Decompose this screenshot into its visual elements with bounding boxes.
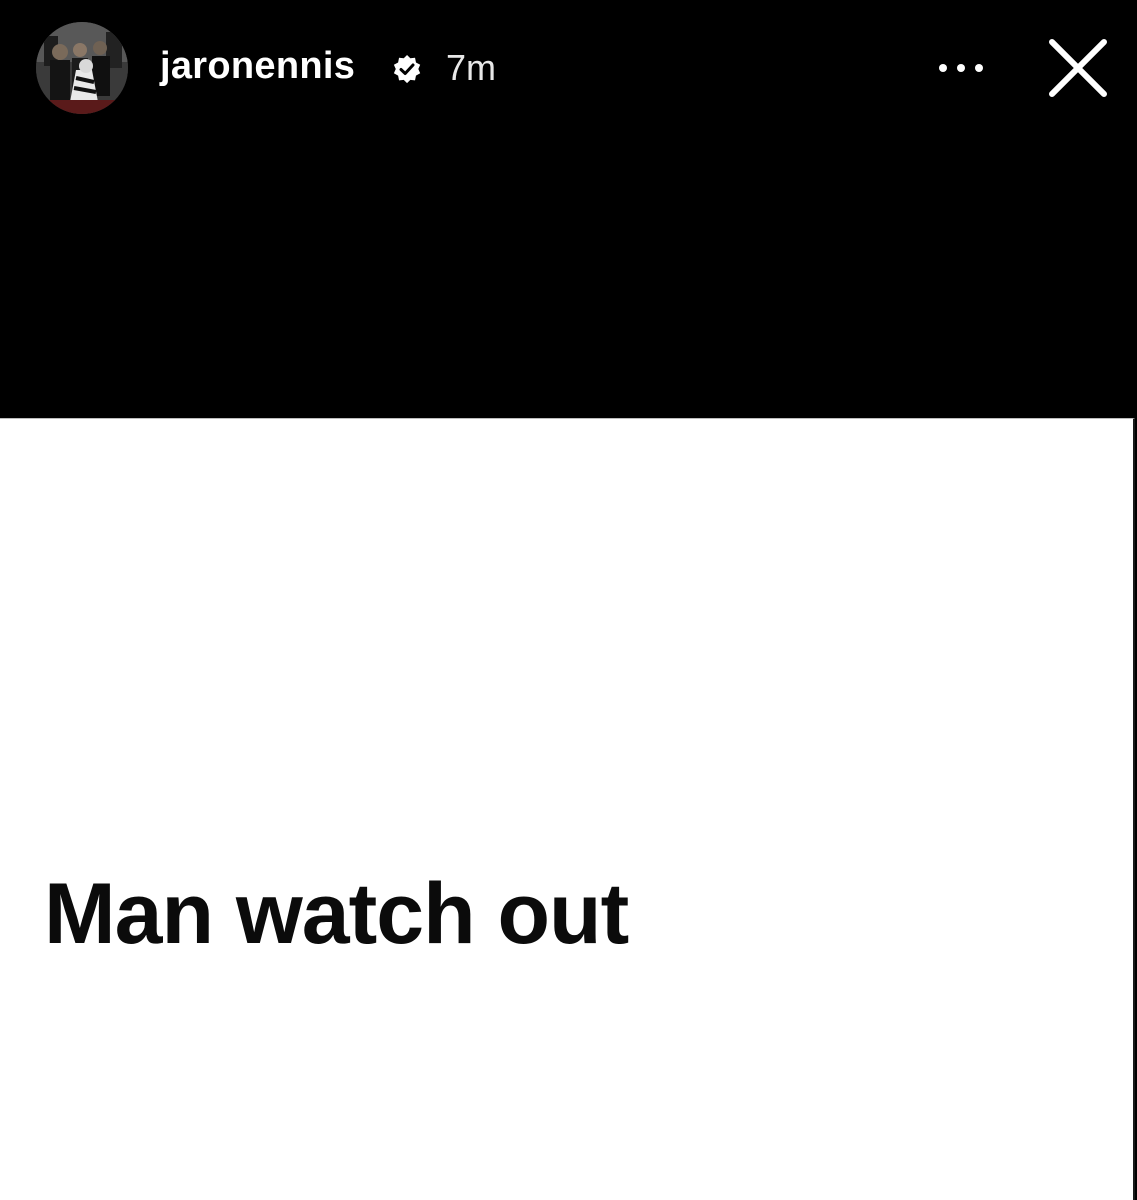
verified-badge-icon	[393, 54, 421, 84]
avatar[interactable]	[36, 22, 128, 114]
story-header: jaronennis 7m	[0, 0, 1137, 140]
more-horizontal-icon	[939, 64, 983, 72]
post-card	[0, 418, 1135, 1200]
more-options-button[interactable]	[930, 48, 992, 88]
avatar-photo	[36, 22, 128, 114]
close-icon	[1049, 39, 1107, 97]
username[interactable]: jaronennis	[160, 42, 355, 90]
story-viewer: jaronennis 7m Man watch out	[0, 0, 1137, 1200]
close-button[interactable]	[1040, 30, 1116, 106]
story-timestamp: 7m	[446, 47, 497, 88]
post-text: Man watch out	[44, 866, 629, 962]
